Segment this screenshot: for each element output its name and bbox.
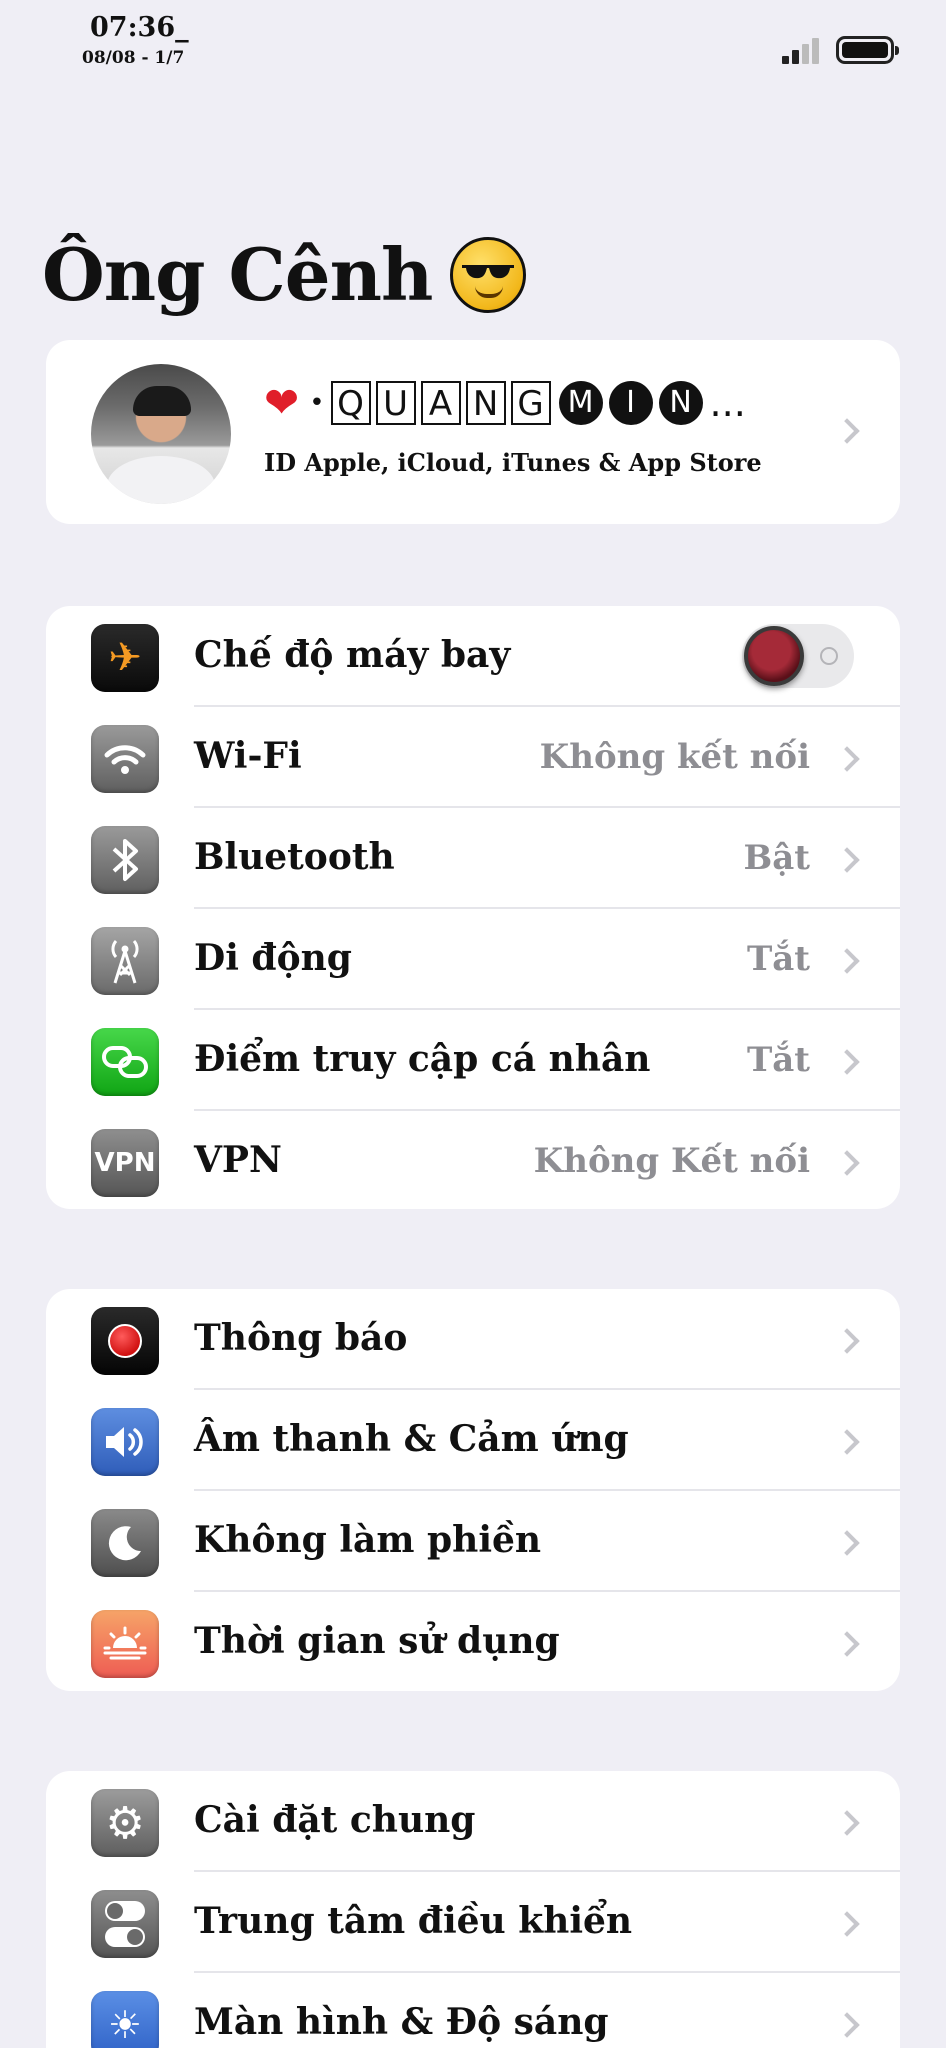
bluetooth-icon — [91, 826, 159, 894]
row-value: Bật — [743, 838, 810, 878]
chevron-right-icon — [834, 1429, 860, 1455]
vpn-icon: VPN — [91, 1129, 159, 1197]
notifications-group: Thông báo Âm thanh & Cảm ứng Không làm p… — [46, 1289, 900, 1691]
signal-strength-icon — [782, 38, 824, 64]
row-bluetooth[interactable]: Bluetooth Bật — [46, 808, 900, 909]
battery-icon — [836, 36, 899, 64]
row-display-brightness[interactable]: ☀ Màn hình & Độ sáng — [46, 1973, 900, 2048]
row-label: Không làm phiền — [194, 1519, 542, 1561]
toggle-knob — [744, 626, 804, 686]
row-cellular[interactable]: Di động Tắt — [46, 909, 900, 1010]
name-letter: N — [658, 380, 703, 425]
row-notifications[interactable]: Thông báo — [46, 1289, 900, 1390]
row-general[interactable]: ⚙ Cài đặt chung — [46, 1771, 900, 1872]
name-letter: N — [465, 380, 506, 425]
row-value: Tắt — [746, 1040, 810, 1080]
chevron-right-icon — [834, 1150, 860, 1176]
brightness-icon: ☀ — [91, 1991, 159, 2048]
chevron-right-icon — [834, 418, 860, 444]
row-value: Không kết nối — [539, 737, 810, 777]
row-label: Thông báo — [194, 1317, 408, 1359]
chevron-right-icon — [834, 1911, 860, 1937]
row-label: VPN — [194, 1139, 282, 1181]
control-center-icon — [91, 1890, 159, 1958]
row-label: Trung tâm điều khiển — [194, 1900, 633, 1942]
avatar — [91, 364, 231, 504]
row-vpn[interactable]: VPN VPN Không Kết nối — [46, 1111, 900, 1209]
name-letter: G — [510, 380, 551, 425]
row-label: Âm thanh & Cảm ứng — [194, 1418, 629, 1460]
row-label: Bluetooth — [194, 836, 395, 878]
page-title-row: Ông Cênh — [42, 232, 527, 317]
row-value: Không Kết nối — [533, 1141, 810, 1181]
airplane-mode-toggle[interactable] — [742, 624, 854, 688]
sunglasses-emoji-icon — [450, 236, 527, 313]
general-group: ⚙ Cài đặt chung Trung tâm điều khiển ☀ M… — [46, 1771, 900, 2048]
chevron-right-icon — [834, 1530, 860, 1556]
row-do-not-disturb[interactable]: Không làm phiền — [46, 1491, 900, 1592]
row-label: Cài đặt chung — [194, 1799, 476, 1841]
row-airplane-mode: ✈ Chế độ máy bay — [46, 606, 900, 707]
name-letter: U — [375, 380, 416, 425]
gear-icon: ⚙ — [91, 1789, 159, 1857]
wifi-icon — [91, 725, 159, 793]
name-ellipsis: ... — [709, 380, 746, 425]
name-letter: A — [420, 380, 461, 425]
status-date: 08/08 - 1/7 — [82, 48, 185, 68]
chevron-right-icon — [834, 847, 860, 873]
profile-subtitle: ID Apple, iCloud, iTunes & App Store — [264, 448, 762, 477]
moon-icon — [91, 1509, 159, 1577]
page-title: Ông Cênh — [42, 232, 433, 317]
row-wifi[interactable]: Wi-Fi Không kết nối — [46, 707, 900, 808]
row-screen-time[interactable]: Thời gian sử dụng — [46, 1592, 900, 1691]
name-bullet: • — [309, 387, 325, 418]
chevron-right-icon — [834, 1810, 860, 1836]
row-label: Thời gian sử dụng — [194, 1620, 560, 1662]
name-letter: Q — [330, 380, 371, 425]
row-sounds-haptics[interactable]: Âm thanh & Cảm ứng — [46, 1390, 900, 1491]
chevron-right-icon — [834, 1049, 860, 1075]
profile-name: ❤ • Q U A N G M I N ... — [264, 378, 746, 427]
row-label: Chế độ máy bay — [194, 634, 511, 676]
cellular-antenna-icon — [91, 927, 159, 995]
chevron-right-icon — [834, 1631, 860, 1657]
row-label: Di động — [194, 937, 352, 979]
status-time: 07:36_ — [90, 12, 189, 43]
notifications-icon — [91, 1307, 159, 1375]
toggle-off-indicator — [820, 647, 838, 665]
personal-hotspot-icon — [91, 1028, 159, 1096]
row-label: Wi-Fi — [194, 735, 302, 777]
chevron-right-icon — [834, 1328, 860, 1354]
screen-time-icon — [91, 1610, 159, 1678]
chevron-right-icon — [834, 2012, 860, 2038]
row-label: Màn hình & Độ sáng — [194, 2001, 609, 2043]
chevron-right-icon — [834, 948, 860, 974]
chevron-right-icon — [834, 746, 860, 772]
heart-icon: ❤ — [264, 378, 300, 427]
airplane-icon: ✈ — [91, 624, 159, 692]
row-control-center[interactable]: Trung tâm điều khiển — [46, 1872, 900, 1973]
apple-id-profile-card[interactable]: ❤ • Q U A N G M I N ... ID Apple, iCloud… — [46, 340, 900, 524]
name-letter: I — [608, 380, 653, 425]
row-personal-hotspot[interactable]: Điểm truy cập cá nhân Tắt — [46, 1010, 900, 1111]
connectivity-group: ✈ Chế độ máy bay Wi-Fi Không kết nối Blu… — [46, 606, 900, 1209]
row-value: Tắt — [746, 939, 810, 979]
name-letter: M — [558, 380, 603, 425]
settings-screen: 07:36_ 08/08 - 1/7 Ông Cênh ❤ • Q U A N … — [0, 0, 946, 2048]
speaker-icon — [91, 1408, 159, 1476]
row-label: Điểm truy cập cá nhân — [194, 1038, 651, 1080]
